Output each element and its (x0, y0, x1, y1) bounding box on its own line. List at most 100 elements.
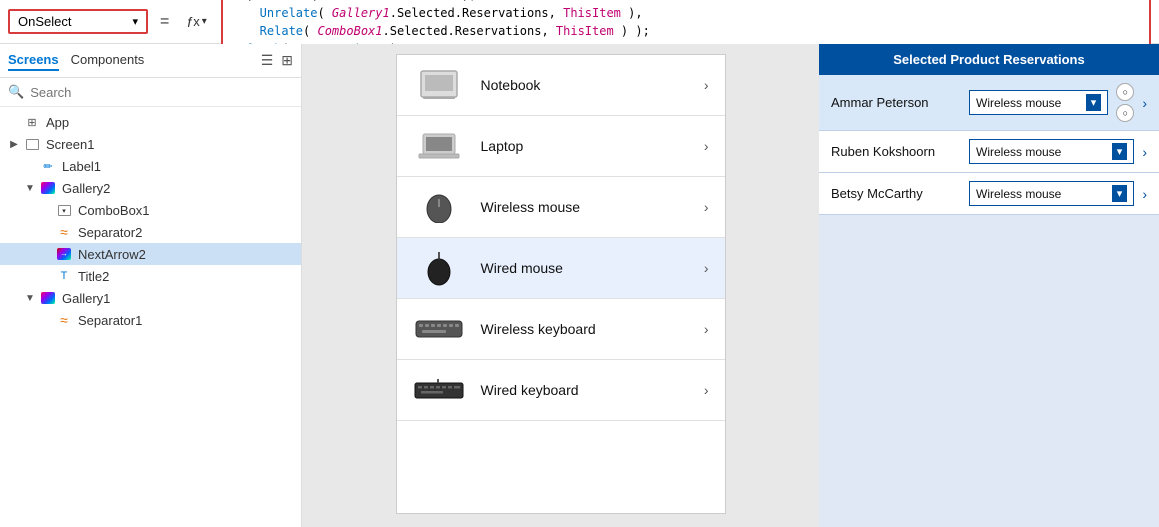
res-chevron-1[interactable]: › (1142, 144, 1147, 160)
right-header: Selected Product Reservations (819, 44, 1159, 75)
gallery-item-wired_mouse[interactable]: Wired mouse › (397, 238, 725, 299)
tree-toggle-gallery1[interactable]: ▼ (24, 293, 36, 304)
tree-icon-title2: T (56, 268, 72, 284)
tree-label-title2: Title2 (78, 269, 109, 284)
dropdown-chevron-icon: ▾ (132, 15, 138, 28)
isblank-keyword: IsBlank (260, 0, 311, 2)
item-img-notebook (413, 67, 465, 103)
tree-icon-nextarrow2: → (56, 246, 72, 262)
tree-item-combobox1[interactable]: ▾ ComboBox1 (0, 199, 301, 221)
item-img-wired_mouse (413, 250, 465, 286)
res-combo-arrow-2[interactable]: ▾ (1112, 185, 1128, 202)
item-img-wireless_keyboard (413, 311, 465, 347)
tree-label-combobox1: ComboBox1 (78, 203, 150, 218)
gallery-item-laptop[interactable]: Laptop › (397, 116, 725, 177)
tree-label-separator1: Separator1 (78, 313, 142, 328)
first-row-extras: ○ ○ (1116, 83, 1134, 122)
formula-line3: Relate( ComboBox1.Selected.Reservations,… (231, 22, 1141, 40)
tab-components[interactable]: Components (71, 50, 145, 71)
tree-label-app: App (46, 115, 69, 130)
tree-toggle-gallery2[interactable]: ▼ (24, 183, 36, 194)
tree-area: ⊞ App ▶ Screen1 ✏ Label1 ▼ Gallery2 ▾ Co… (0, 107, 301, 527)
reservation-row-2: Betsy McCarthy Wireless mouse ▾ › (819, 173, 1159, 215)
item-img-laptop (413, 128, 465, 164)
item-label-wired_keyboard: Wired keyboard (481, 382, 704, 398)
main-area: Screens Components ☰ ⊞ 🔍 ⊞ App ▶ Screen1… (0, 44, 1159, 527)
tab-icons: ☰ ⊞ (261, 52, 293, 69)
tree-icon-gallery1 (40, 290, 56, 306)
res-chevron-2[interactable]: › (1142, 186, 1147, 202)
res-combo-value-1: Wireless mouse (976, 145, 1108, 159)
onselect-label: OnSelect (18, 14, 71, 29)
gallery-item-notebook[interactable]: Notebook › (397, 55, 725, 116)
res-name-1: Ruben Kokshoorn (831, 144, 961, 159)
res-combo-arrow-0[interactable]: ▾ (1086, 94, 1102, 111)
item-label-notebook: Notebook (481, 77, 704, 93)
fx-chevron-icon: ▾ (202, 16, 207, 27)
left-panel: Screens Components ☰ ⊞ 🔍 ⊞ App ▶ Screen1… (0, 44, 302, 527)
grid-view-icon[interactable]: ⊞ (281, 52, 293, 69)
tree-label-label1: Label1 (62, 159, 101, 174)
tree-item-title2[interactable]: T Title2 (0, 265, 301, 287)
top-bar: OnSelect ▾ = fx ▾ If( IsBlank( ComboBox1… (0, 0, 1159, 44)
tree-icon-gallery2 (40, 180, 56, 196)
thisitem-ref2: ThisItem (556, 24, 614, 38)
gallery-item-wireless_keyboard[interactable]: Wireless keyboard › (397, 299, 725, 360)
tree-item-screen1[interactable]: ▶ Screen1 (0, 133, 301, 155)
res-combo-2[interactable]: Wireless mouse ▾ (969, 181, 1134, 206)
res-combo-0[interactable]: Wireless mouse ▾ (969, 90, 1108, 115)
gallery-item-wireless_mouse[interactable]: Wireless mouse › (397, 177, 725, 238)
tree-item-gallery2[interactable]: ▼ Gallery2 (0, 177, 301, 199)
app-canvas: Notebook › Laptop › Wireless mouse › Wir… (396, 54, 726, 514)
combobox1-ref: ComboBox1 (325, 0, 390, 2)
thisitem-ref1: ThisItem (563, 6, 621, 20)
circle-btn-bottom[interactable]: ○ (1116, 104, 1134, 122)
tree-icon-combobox1: ▾ (56, 202, 72, 218)
tree-label-separator2: Separator2 (78, 225, 142, 240)
tree-item-gallery1[interactable]: ▼ Gallery1 (0, 287, 301, 309)
item-chevron-notebook: › (704, 77, 709, 93)
res-combo-arrow-1[interactable]: ▾ (1112, 143, 1128, 160)
res-chevron-0[interactable]: › (1142, 95, 1147, 111)
tree-item-nextarrow2[interactable]: → NextArrow2 (0, 243, 301, 265)
circle-btn-top[interactable]: ○ (1116, 83, 1134, 101)
tab-screens[interactable]: Screens (8, 50, 59, 71)
tree-item-separator1[interactable]: ≈ Separator1 (0, 309, 301, 331)
item-label-wired_mouse: Wired mouse (481, 260, 704, 276)
tree-item-app[interactable]: ⊞ App (0, 111, 301, 133)
tree-icon-app: ⊞ (24, 114, 40, 130)
tree-label-gallery1: Gallery1 (62, 291, 110, 306)
search-input[interactable] (30, 85, 293, 100)
item-img-wired_keyboard (413, 372, 465, 408)
fx-x: x (193, 14, 200, 29)
tree-toggle-screen1[interactable]: ▶ (8, 139, 20, 150)
formula-line2: Unrelate( Gallery1.Selected.Reservations… (231, 4, 1141, 22)
gallery1-ref: Gallery1 (332, 6, 390, 20)
tree-icon-separator1: ≈ (56, 312, 72, 328)
reservation-row-0: Ammar Peterson Wireless mouse ▾ ○ ○ › (819, 75, 1159, 131)
res-combo-value-2: Wireless mouse (976, 187, 1108, 201)
res-name-2: Betsy McCarthy (831, 186, 961, 201)
gallery-item-wired_keyboard[interactable]: Wired keyboard › (397, 360, 725, 421)
tree-item-separator2[interactable]: ≈ Separator2 (0, 221, 301, 243)
tabs-row: Screens Components ☰ ⊞ (0, 44, 301, 78)
item-label-wireless_mouse: Wireless mouse (481, 199, 704, 215)
unrelate-keyword: Unrelate (260, 6, 318, 20)
list-view-icon[interactable]: ☰ (261, 52, 274, 69)
right-panel: Selected Product Reservations Ammar Pete… (819, 44, 1159, 527)
item-chevron-laptop: › (704, 138, 709, 154)
fx-button[interactable]: fx ▾ (181, 12, 212, 32)
tree-label-screen1: Screen1 (46, 137, 94, 152)
item-img-wireless_mouse (413, 189, 465, 225)
item-chevron-wireless_keyboard: › (704, 321, 709, 337)
center-panel: Notebook › Laptop › Wireless mouse › Wir… (302, 44, 819, 527)
tree-item-label1[interactable]: ✏ Label1 (0, 155, 301, 177)
res-combo-1[interactable]: Wireless mouse ▾ (969, 139, 1134, 164)
item-label-wireless_keyboard: Wireless keyboard (481, 321, 704, 337)
fx-label: f (187, 14, 191, 30)
search-box: 🔍 (0, 78, 301, 107)
if-keyword: If (231, 0, 245, 2)
onselect-dropdown[interactable]: OnSelect ▾ (8, 9, 148, 34)
search-icon: 🔍 (8, 84, 24, 100)
tree-label-nextarrow2: NextArrow2 (78, 247, 146, 262)
